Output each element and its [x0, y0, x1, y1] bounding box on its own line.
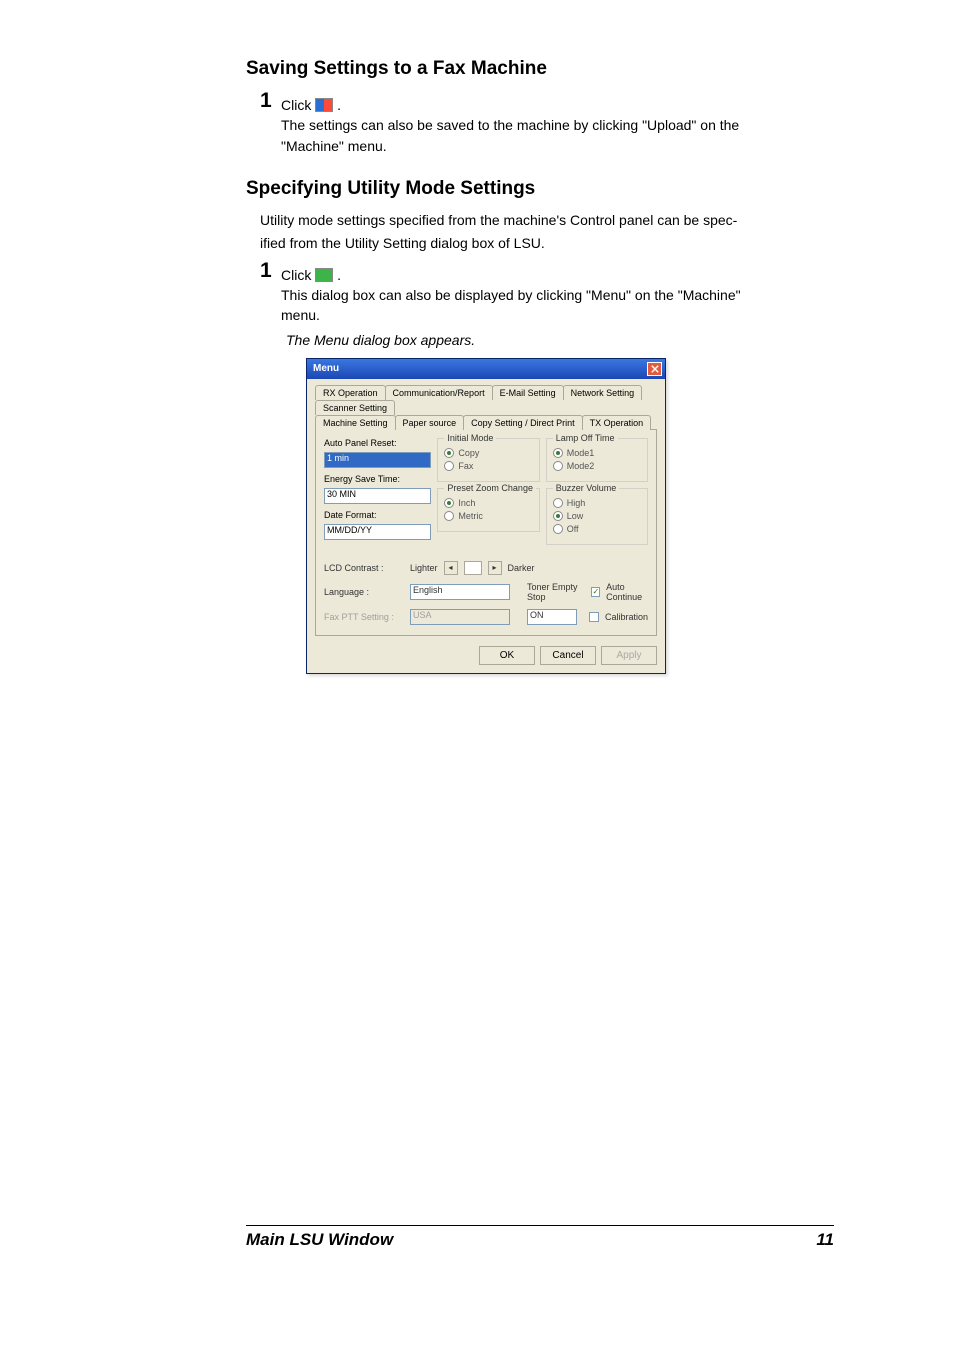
lamp-off-mode2-label: Mode2 [567, 461, 595, 471]
upload-icon [315, 98, 333, 112]
buzzer-off-radio[interactable] [553, 524, 563, 534]
intro-line1: Utility mode settings specified from the… [260, 210, 834, 231]
footer-page-number: 11 [816, 1230, 834, 1250]
initial-mode-fax-radio[interactable] [444, 461, 454, 471]
lcd-lighter-label: Lighter [410, 563, 438, 573]
step-text-line2a: This dialog box can also be displayed by… [281, 285, 741, 305]
initial-mode-group-label: Initial Mode [444, 433, 496, 443]
dialog-appears-note: The Menu dialog box appears. [286, 332, 834, 348]
close-icon[interactable] [647, 362, 662, 376]
menu-icon [315, 268, 333, 282]
initial-mode-copy-label: Copy [458, 448, 479, 458]
tab-scanner-setting[interactable]: Scanner Setting [315, 400, 395, 415]
buzzer-high-radio[interactable] [553, 498, 563, 508]
footer-left: Main LSU Window [246, 1230, 393, 1250]
fax-ptt-label: Fax PTT Setting : [324, 612, 404, 622]
tab-email-setting[interactable]: E-Mail Setting [492, 385, 564, 400]
language-select[interactable]: English [410, 584, 510, 600]
auto-continue-checkbox[interactable] [591, 587, 600, 597]
cancel-button[interactable]: Cancel [540, 646, 596, 665]
buzzer-group-label: Buzzer Volume [553, 483, 620, 493]
step-text-line2b: menu. [281, 305, 741, 325]
lcd-slider-track[interactable] [464, 561, 482, 575]
buzzer-high-label: High [567, 498, 586, 508]
auto-panel-reset-select[interactable]: 1 min [324, 452, 431, 468]
auto-continue-label: Auto Continue [606, 582, 648, 602]
tab-machine-setting[interactable]: Machine Setting [315, 415, 396, 430]
lamp-off-group-label: Lamp Off Time [553, 433, 618, 443]
preset-zoom-inch-radio[interactable] [444, 498, 454, 508]
section-heading-utility: Specifying Utility Mode Settings [246, 178, 834, 200]
toner-empty-select[interactable]: ON [527, 609, 577, 625]
menu-dialog: Menu RX Operation Communication/Report E… [306, 358, 666, 674]
date-format-label: Date Format: [324, 510, 431, 520]
auto-panel-reset-label: Auto Panel Reset: [324, 438, 431, 448]
step-text-dot: . [337, 267, 341, 283]
tab-copy-direct-print[interactable]: Copy Setting / Direct Print [463, 415, 583, 430]
step-text-click: Click [281, 267, 315, 283]
tab-tx-operation[interactable]: TX Operation [582, 415, 652, 430]
tab-communication-report[interactable]: Communication/Report [385, 385, 493, 400]
energy-save-select[interactable]: 30 MIN [324, 488, 431, 504]
step-number: 1 [260, 260, 274, 281]
lcd-right-button[interactable]: ▸ [488, 561, 502, 575]
ok-button[interactable]: OK [479, 646, 535, 665]
lamp-off-mode1-radio[interactable] [553, 448, 563, 458]
apply-button[interactable]: Apply [601, 646, 657, 665]
lcd-darker-label: Darker [508, 563, 535, 573]
buzzer-low-radio[interactable] [553, 511, 563, 521]
intro-line2: ified from the Utility Setting dialog bo… [260, 233, 834, 254]
date-format-select[interactable]: MM/DD/YY [324, 524, 431, 540]
preset-zoom-group-label: Preset Zoom Change [444, 483, 536, 493]
dialog-titlebar[interactable]: Menu [307, 359, 665, 379]
lcd-contrast-label: LCD Contrast : [324, 563, 404, 573]
fax-ptt-select: USA [410, 609, 510, 625]
energy-save-label: Energy Save Time: [324, 474, 431, 484]
preset-zoom-metric-radio[interactable] [444, 511, 454, 521]
section-heading-saving: Saving Settings to a Fax Machine [246, 58, 834, 80]
step-text-line2a: The settings can also be saved to the ma… [281, 115, 739, 135]
tab-network-setting[interactable]: Network Setting [563, 385, 643, 400]
step-text-line2b: "Machine" menu. [281, 136, 739, 156]
preset-zoom-inch-label: Inch [458, 498, 475, 508]
initial-mode-copy-radio[interactable] [444, 448, 454, 458]
calibration-checkbox[interactable] [589, 612, 599, 622]
tab-paper-source[interactable]: Paper source [395, 415, 465, 430]
tab-rx-operation[interactable]: RX Operation [315, 385, 386, 400]
lcd-left-button[interactable]: ◂ [444, 561, 458, 575]
preset-zoom-metric-label: Metric [458, 511, 483, 521]
buzzer-low-label: Low [567, 511, 584, 521]
tab-panel-machine-setting: Auto Panel Reset: 1 min Energy Save Time… [315, 429, 657, 636]
buzzer-off-label: Off [567, 524, 579, 534]
lamp-off-mode2-radio[interactable] [553, 461, 563, 471]
step-text-dot: . [337, 97, 341, 113]
step-number: 1 [260, 90, 274, 111]
toner-empty-label: Toner Empty Stop [527, 582, 579, 602]
initial-mode-fax-label: Fax [458, 461, 473, 471]
dialog-title: Menu [313, 363, 339, 374]
lamp-off-mode1-label: Mode1 [567, 448, 595, 458]
language-label: Language : [324, 587, 404, 597]
calibration-label: Calibration [605, 612, 648, 622]
step-text-click: Click [281, 97, 315, 113]
